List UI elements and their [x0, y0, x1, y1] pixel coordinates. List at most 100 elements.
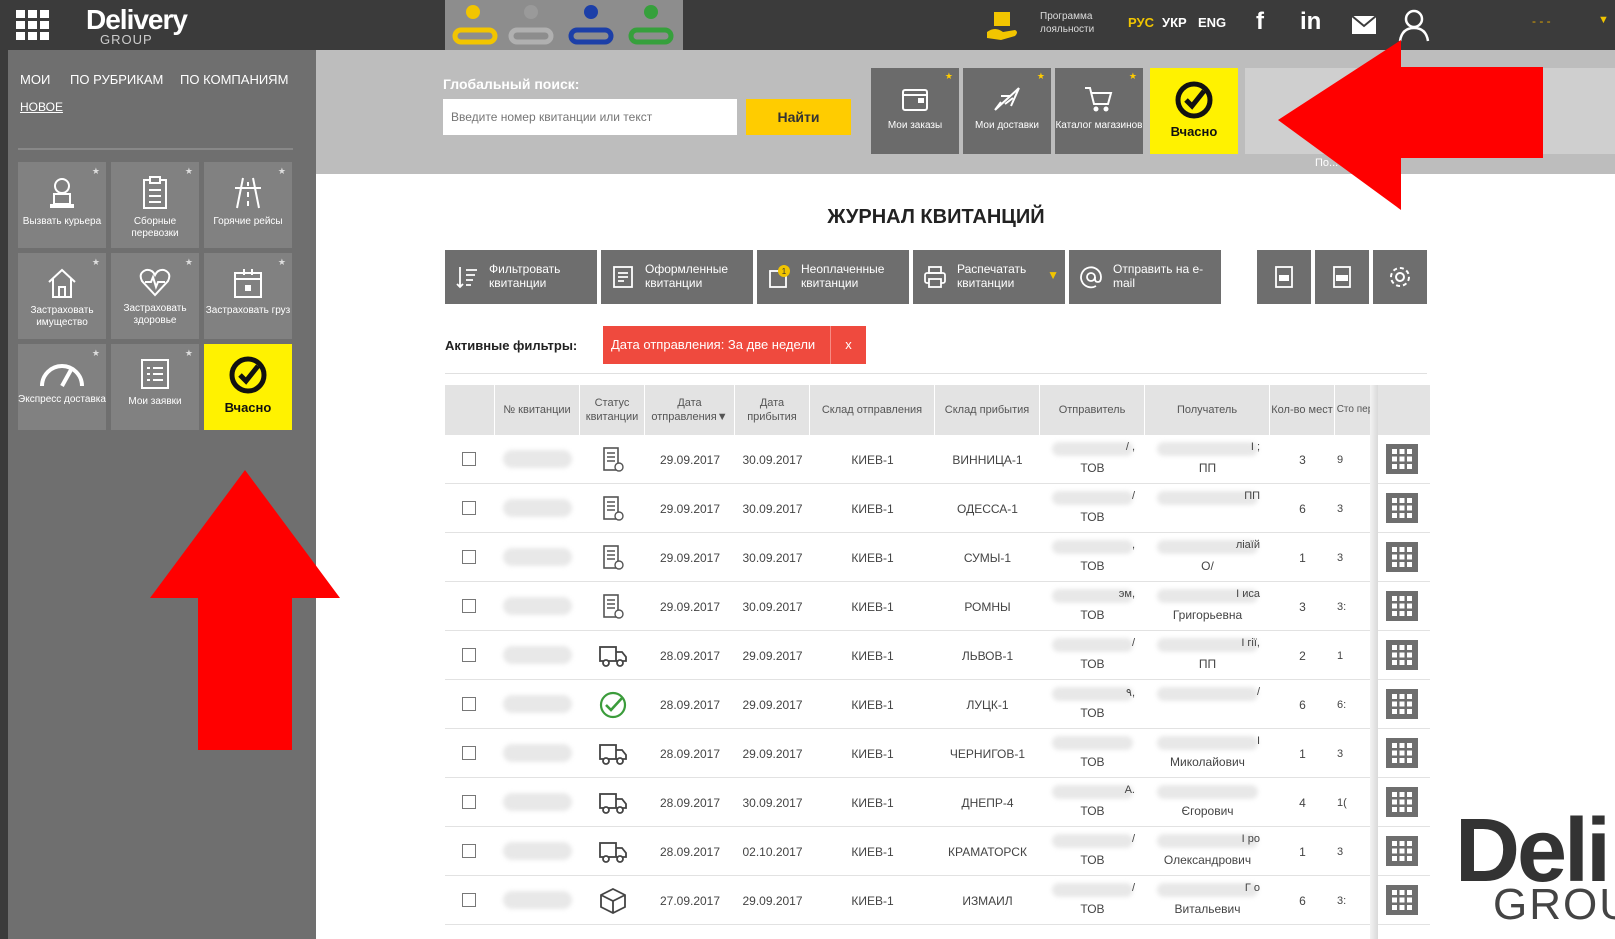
receipt-number-redacted[interactable] [503, 597, 572, 615]
tile-call-courier[interactable]: ★ Вызвать курьера [18, 162, 106, 248]
partners-banner[interactable] [445, 0, 683, 50]
sender-type: ТОВ [1080, 804, 1105, 818]
col-cost[interactable]: Сто пер [1335, 385, 1375, 435]
lang-en[interactable]: ENG [1198, 15, 1226, 30]
export-pdf-button[interactable] [1257, 250, 1311, 304]
table-row[interactable]: 27.09.2017 29.09.2017 КИЕВ-1 ИЗМАИЛ / ТОВ Г оВ… [445, 876, 1375, 925]
issued-receipts-button[interactable]: Оформленные квитанции [601, 250, 753, 304]
table-row[interactable]: 29.09.2017 30.09.2017 КИЕВ-1 ВИННИЦА-1 / , ТО… [445, 435, 1375, 484]
row-actions-button[interactable] [1375, 435, 1430, 484]
loyalty-hand-icon[interactable] [985, 10, 1021, 42]
lang-uk[interactable]: УКР [1162, 15, 1187, 30]
tile-hot-routes[interactable]: ★ Горячие рейсы [204, 162, 292, 248]
row-checkbox[interactable] [462, 844, 476, 858]
sidebar-nav-my[interactable]: МОИ [20, 72, 50, 87]
row-checkbox[interactable] [462, 697, 476, 711]
col-sent-date[interactable]: Дата отправления▼ [645, 385, 735, 435]
mail-icon[interactable] [1351, 15, 1377, 35]
col-receipt-number[interactable]: № квитанции [495, 385, 580, 435]
col-recipient[interactable]: Получатель [1145, 385, 1270, 435]
receipt-number-redacted[interactable] [503, 744, 572, 762]
tile-vchasno[interactable]: Вчасно [204, 344, 292, 430]
row-actions-button[interactable] [1375, 631, 1430, 680]
row-checkbox[interactable] [462, 550, 476, 564]
remove-filter-button[interactable]: x [830, 326, 866, 364]
table-row[interactable]: 28.09.2017 29.09.2017 КИЕВ-1 ЛЬВОВ-1 / ТОВ I г… [445, 631, 1375, 680]
row-checkbox[interactable] [462, 746, 476, 760]
col-sender[interactable]: Отправитель [1040, 385, 1145, 435]
row-actions-button[interactable] [1375, 582, 1430, 631]
table-row[interactable]: 28.09.2017 29.09.2017 КИЕВ-1 ЧЕРНИГОВ-1 ТОВ I… [445, 729, 1375, 778]
row-actions-button[interactable] [1375, 876, 1430, 925]
row-checkbox[interactable] [462, 501, 476, 515]
row-checkbox[interactable] [462, 452, 476, 466]
user-profile-icon[interactable] [1398, 8, 1430, 42]
search-button[interactable]: Найти [746, 99, 851, 135]
row-actions-button[interactable] [1375, 533, 1430, 582]
sidebar-nav-by-rubric[interactable]: ПО РУБРИКАМ [70, 72, 163, 87]
table-settings-button[interactable] [1373, 250, 1427, 304]
receipt-number-redacted[interactable] [503, 695, 572, 713]
facebook-icon[interactable]: f [1256, 8, 1264, 36]
table-row[interactable]: 28.09.2017 29.09.2017 КИЕВ-1 ЛУЦК-1 ٩, ТОВ / 6 6… [445, 680, 1375, 729]
col-destination-warehouse[interactable]: Склад прибытия [935, 385, 1040, 435]
at-icon [1080, 266, 1102, 289]
col-origin-warehouse[interactable]: Склад отправления [810, 385, 935, 435]
row-actions-button[interactable] [1375, 680, 1430, 729]
divider [445, 373, 1427, 374]
sender-type: ТОВ [1080, 853, 1105, 867]
apps-grid-icon[interactable] [16, 10, 50, 40]
send-email-button[interactable]: Отправить на e-mail [1069, 250, 1221, 304]
table-row[interactable]: 28.09.2017 30.09.2017 КИЕВ-1 ДНЕПР-4 A. ТОВ Єг… [445, 778, 1375, 827]
tile-my-requests[interactable]: ★ Мои заявки [111, 344, 199, 430]
row-checkbox[interactable] [462, 893, 476, 907]
global-search-input[interactable] [443, 99, 737, 135]
tile-insure-property[interactable]: ★ Застраховать имущество [18, 253, 106, 339]
filter-receipts-button[interactable]: Фильтровать квитанции [445, 250, 597, 304]
receipt-number-redacted[interactable] [503, 793, 572, 811]
row-actions-button[interactable] [1375, 827, 1430, 876]
sidebar-nav-new[interactable]: НОВОЕ [20, 100, 63, 114]
table-row[interactable]: 29.09.2017 30.09.2017 КИЕВ-1 СУМЫ-1, ТОВ ліаї… [445, 533, 1375, 582]
row-checkbox[interactable] [462, 795, 476, 809]
destination-warehouse-cell: ИЗМАИЛ [962, 893, 1013, 908]
receipt-number-redacted[interactable] [503, 450, 572, 468]
sender-cell: A. ТОВ [1040, 778, 1145, 827]
tile-insure-health[interactable]: ★ Застраховать здоровье [111, 253, 199, 339]
linkedin-icon[interactable]: in [1300, 8, 1321, 36]
table-row[interactable]: 28.09.2017 02.10.2017 КИЕВ-1 КРАМАТОРСК / ТОВ… [445, 827, 1375, 876]
receipt-number-redacted[interactable] [503, 646, 572, 664]
lang-ru[interactable]: РУС [1128, 15, 1154, 30]
loyalty-program-link[interactable]: Программа лояльности [1040, 10, 1120, 36]
my-orders-button[interactable]: ★ Мои заказы [871, 68, 959, 154]
col-places[interactable]: Кол-во мест [1270, 385, 1335, 435]
print-dropdown-chevron-icon[interactable]: ▼ [1047, 268, 1059, 282]
tile-insure-cargo[interactable]: ★ Застраховать груз [204, 253, 292, 339]
tile-consolidated-shipping[interactable]: ★ Сборные перевозки [111, 162, 199, 248]
print-receipts-button[interactable]: Распечатать квитанции ▼ [913, 250, 1065, 304]
unpaid-receipts-button[interactable]: 1 Неоплаченные квитанции [757, 250, 909, 304]
receipt-number-redacted[interactable] [503, 842, 572, 860]
row-actions-button[interactable] [1375, 778, 1430, 827]
col-status[interactable]: Статус квитанции [580, 385, 645, 435]
my-deliveries-button[interactable]: ★ Мои доставки [963, 68, 1051, 154]
table-row[interactable]: 29.09.2017 30.09.2017 КИЕВ-1 ОДЕССА-1 / ТОВ ПП… [445, 484, 1375, 533]
active-filter-chip[interactable]: Дата отправления: За две недели x [603, 326, 866, 364]
receipt-number-redacted[interactable] [503, 891, 572, 909]
user-name[interactable]: - - - [1532, 14, 1551, 28]
tile-express-delivery[interactable]: ★ Экспресс доставка [18, 344, 106, 430]
user-menu-chevron-icon[interactable]: ▼ [1598, 14, 1609, 26]
vchasno-button[interactable]: Вчасно [1150, 68, 1238, 154]
row-checkbox[interactable] [462, 599, 476, 613]
export-xlsx-button[interactable] [1315, 250, 1369, 304]
row-actions-button[interactable] [1375, 484, 1430, 533]
table-row[interactable]: 29.09.2017 30.09.2017 КИЕВ-1 РОМНЫ эм, ТОВ I и… [445, 582, 1375, 631]
sidebar-divider [18, 148, 293, 150]
row-checkbox[interactable] [462, 648, 476, 662]
store-catalog-button[interactable]: ★ Каталог магазинов [1055, 68, 1143, 154]
sidebar-nav-by-company[interactable]: ПО КОМПАНИЯМ [180, 72, 288, 87]
receipt-number-redacted[interactable] [503, 548, 572, 566]
receipt-number-redacted[interactable] [503, 499, 572, 517]
row-actions-button[interactable] [1375, 729, 1430, 778]
col-arrival-date[interactable]: Дата прибытия [735, 385, 810, 435]
